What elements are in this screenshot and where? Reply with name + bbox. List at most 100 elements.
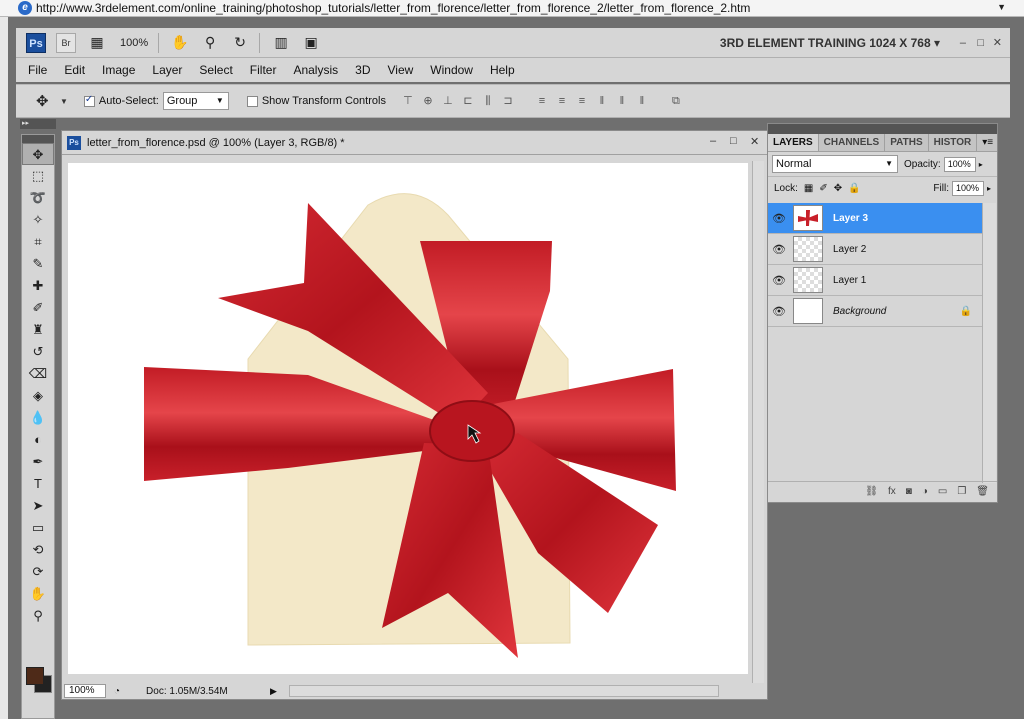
maximize-icon[interactable]: □: [977, 37, 984, 49]
menu-view[interactable]: View: [387, 63, 413, 77]
align-vcenter-icon[interactable]: ⊕: [420, 93, 436, 109]
bridge-button[interactable]: Br: [56, 32, 76, 53]
distribute-bottom-icon[interactable]: ≡: [574, 93, 590, 109]
visibility-eye-icon[interactable]: 👁: [768, 243, 790, 256]
visibility-eye-icon[interactable]: 👁: [768, 305, 790, 318]
menu-window[interactable]: Window: [430, 63, 473, 77]
menu-analysis[interactable]: Analysis: [293, 63, 338, 77]
crop-tool-icon[interactable]: ⌗: [22, 231, 54, 253]
distribute-left-icon[interactable]: ‖: [594, 93, 610, 109]
3d-rotate-tool-icon[interactable]: ⟲: [22, 539, 54, 561]
move-tool-preset-icon[interactable]: ✥: [36, 92, 58, 110]
layer-name[interactable]: Layer 2: [833, 244, 866, 255]
auto-select-toggle[interactable]: Auto-Select:: [83, 94, 159, 107]
menu-file[interactable]: File: [28, 63, 47, 77]
link-layers-icon[interactable]: ⛓: [865, 486, 878, 497]
history-brush-tool-icon[interactable]: ↺: [22, 341, 54, 363]
distribute-right-icon[interactable]: ‖: [634, 93, 650, 109]
view-extras-icon[interactable]: ▦: [88, 34, 106, 51]
layer-row-background[interactable]: 👁 Background 🔒: [768, 296, 982, 327]
canvas[interactable]: [68, 163, 748, 674]
zoom-level[interactable]: 100%: [120, 37, 148, 49]
zoom-tool-icon[interactable]: ⚲: [22, 605, 54, 627]
align-left-icon[interactable]: ⊏: [460, 93, 476, 109]
layer-name[interactable]: Background: [833, 306, 886, 317]
browser-url[interactable]: http://www.3rdelement.com/online_trainin…: [36, 1, 750, 15]
path-selection-tool-icon[interactable]: ➤: [22, 495, 54, 517]
type-tool-icon[interactable]: T: [22, 473, 54, 495]
menu-image[interactable]: Image: [102, 63, 135, 77]
move-tool-icon[interactable]: ✥: [22, 143, 54, 165]
menu-3d[interactable]: 3D: [355, 63, 370, 77]
delete-layer-icon[interactable]: 🗑: [976, 486, 989, 497]
eraser-tool-icon[interactable]: ⌫: [22, 363, 54, 385]
menu-edit[interactable]: Edit: [64, 63, 85, 77]
tab-channels[interactable]: CHANNELS: [819, 134, 886, 151]
hand-tool-icon[interactable]: ✋: [171, 34, 189, 51]
status-menu-arrow-icon[interactable]: ▶: [270, 686, 277, 697]
menu-filter[interactable]: Filter: [250, 63, 277, 77]
clone-stamp-tool-icon[interactable]: ♜: [22, 319, 54, 341]
brush-tool-icon[interactable]: ✐: [22, 297, 54, 319]
visibility-eye-icon[interactable]: 👁: [768, 212, 790, 225]
shape-tool-icon[interactable]: ▭: [22, 517, 54, 539]
auto-select-dropdown[interactable]: Group ▼: [162, 92, 229, 110]
3d-orbit-tool-icon[interactable]: ⟳: [22, 561, 54, 583]
menu-layer[interactable]: Layer: [152, 63, 182, 77]
tab-layers[interactable]: LAYERS: [768, 134, 819, 151]
fill-field[interactable]: 100%: [951, 181, 984, 196]
screen-mode-icon[interactable]: ▣: [302, 34, 320, 51]
panel-menu-icon[interactable]: ▾≡: [977, 134, 998, 151]
browser-address-bar[interactable]: e http://www.3rdelement.com/online_train…: [0, 0, 1024, 17]
visibility-eye-icon[interactable]: 👁: [768, 274, 790, 287]
opacity-slider-arrow-icon[interactable]: ▸: [979, 160, 983, 169]
align-top-icon[interactable]: ⊤: [400, 93, 416, 109]
layer-row-layer-3[interactable]: 👁 Layer 3: [768, 203, 982, 234]
align-right-icon[interactable]: ⊐: [500, 93, 516, 109]
lock-all-icon[interactable]: 🔒: [848, 183, 860, 194]
tab-paths[interactable]: PATHS: [885, 134, 929, 151]
align-bottom-icon[interactable]: ⊥: [440, 93, 456, 109]
arrange-documents-icon[interactable]: ▥: [272, 34, 290, 51]
rotate-view-icon[interactable]: ↻: [231, 34, 249, 51]
close-icon[interactable]: ✕: [750, 135, 759, 148]
vertical-scrollbar[interactable]: [752, 161, 764, 683]
paint-bucket-tool-icon[interactable]: ◈: [22, 385, 54, 407]
maximize-icon[interactable]: □: [730, 135, 737, 147]
layer-name[interactable]: Layer 1: [833, 275, 866, 286]
distribute-vcenter-icon[interactable]: ≡: [554, 93, 570, 109]
layer-mask-icon[interactable]: ◙: [906, 486, 912, 497]
adjustment-layer-icon[interactable]: ◑: [922, 486, 928, 497]
show-transform-checkbox[interactable]: [246, 95, 258, 107]
hand-tool-icon[interactable]: ✋: [22, 583, 54, 605]
eyedropper-tool-icon[interactable]: ✎: [22, 253, 54, 275]
opacity-field[interactable]: 100%: [943, 156, 976, 172]
layer-style-icon[interactable]: fx: [888, 486, 896, 497]
chevron-down-icon[interactable]: ▼: [997, 2, 1006, 12]
marquee-tool-icon[interactable]: ⬚: [22, 165, 54, 187]
auto-align-icon[interactable]: ⧉: [668, 93, 684, 109]
new-layer-icon[interactable]: ❐: [957, 486, 966, 497]
auto-select-checkbox[interactable]: [83, 94, 95, 107]
minimize-icon[interactable]: –: [710, 135, 716, 147]
lock-position-icon[interactable]: ✥: [834, 183, 842, 194]
distribute-hcenter-icon[interactable]: ‖: [614, 93, 630, 109]
blur-tool-icon[interactable]: 💧: [22, 407, 54, 429]
dodge-tool-icon[interactable]: ◐: [22, 429, 54, 451]
distribute-top-icon[interactable]: ≡: [534, 93, 550, 109]
menu-help[interactable]: Help: [490, 63, 515, 77]
quick-selection-tool-icon[interactable]: ✧: [22, 209, 54, 231]
fill-slider-arrow-icon[interactable]: ▸: [987, 184, 991, 193]
tab-history[interactable]: HISTOR: [929, 134, 978, 151]
workspace-switcher[interactable]: 3RD ELEMENT TRAINING 1024 X 768 ▾: [720, 36, 940, 50]
zoom-tool-icon[interactable]: ⚲: [201, 34, 219, 51]
lock-transparency-icon[interactable]: ▦: [804, 183, 813, 194]
pen-tool-icon[interactable]: ✒: [22, 451, 54, 473]
chevron-down-icon[interactable]: ▼: [60, 97, 68, 106]
healing-brush-tool-icon[interactable]: ✚: [22, 275, 54, 297]
close-icon[interactable]: ✕: [993, 36, 1002, 49]
show-transform-toggle[interactable]: Show Transform Controls: [246, 95, 386, 107]
status-zoom-field[interactable]: 100%: [64, 684, 106, 698]
status-icon[interactable]: ◔: [114, 686, 120, 697]
horizontal-scrollbar[interactable]: [288, 685, 719, 697]
